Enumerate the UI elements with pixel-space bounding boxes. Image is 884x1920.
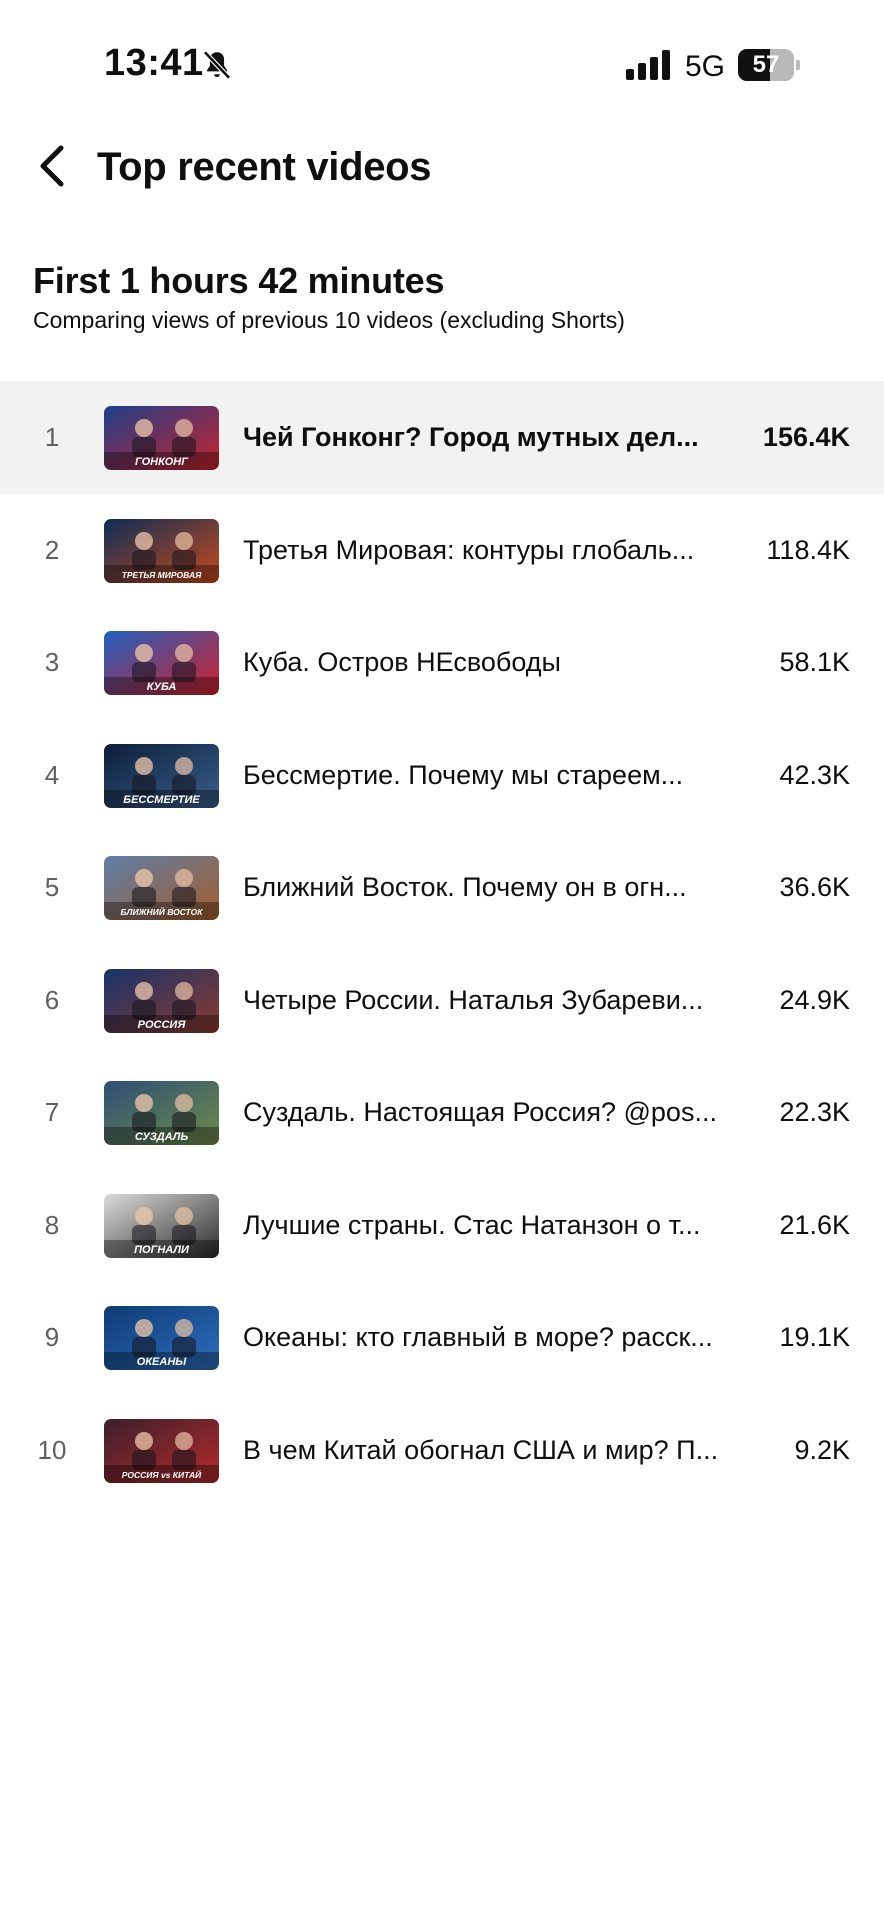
video-rank: 2 — [44, 534, 60, 565]
video-rank: 10 — [37, 1434, 67, 1465]
video-thumbnail: СУЗДАЛЬ — [104, 1081, 219, 1145]
section-subtitle: Comparing views of previous 10 videos (e… — [33, 307, 625, 333]
video-row[interactable]: 8 ПОГНАЛИ Лучшие страны. Стас Натанзон о… — [0, 1169, 884, 1282]
video-row[interactable]: 3 КУБА Куба. Остров НЕсвободы 58.1K — [0, 606, 884, 719]
video-thumbnail: БЕССМЕРТИЕ — [104, 743, 219, 808]
status-bar: 13:41 5G 57 — [0, 0, 884, 130]
video-views: 19.1K — [779, 1322, 850, 1352]
video-rank: 9 — [44, 1322, 60, 1352]
cellular-signal-icon — [626, 50, 672, 80]
video-row[interactable]: 4 БЕССМЕРТИЕ Бессмертие. Почему мы старе… — [0, 719, 884, 832]
status-time: 13:41 — [104, 42, 204, 84]
thumbnail-caption: ТРЕТЬЯ МИРОВАЯ — [122, 570, 202, 580]
battery-percent: 57 — [752, 51, 780, 78]
video-views: 156.4K — [762, 422, 850, 452]
bell-off-icon — [200, 48, 234, 82]
video-title: Четыре России. Наталья Зубареви... — [243, 984, 704, 1015]
section-title: First 1 hours 42 minutes — [33, 260, 445, 301]
video-views: 42.3K — [779, 759, 850, 790]
back-button[interactable] — [24, 140, 80, 196]
video-views: 36.6K — [779, 872, 850, 902]
video-views: 58.1K — [779, 647, 850, 677]
thumbnail-caption: БЛИЖНИЙ ВОСТОК — [121, 906, 204, 917]
video-thumbnail: ПОГНАЛИ — [104, 1193, 219, 1258]
thumbnail-caption: РОССИЯ vs КИТАЙ — [122, 1469, 202, 1480]
video-row[interactable]: 1 ГОНКОНГ Чей Гонконг? Город мутных дел.… — [0, 381, 884, 494]
video-rank: 1 — [44, 422, 60, 452]
video-title: Куба. Остров НЕсвободы — [243, 647, 561, 677]
video-thumbnail: ГОНКОНГ — [104, 406, 219, 470]
video-views: 24.9K — [779, 984, 850, 1015]
thumbnail-caption: ГОНКОНГ — [135, 456, 189, 468]
video-list: 1 ГОНКОНГ Чей Гонконг? Город мутных дел.… — [0, 381, 884, 1506]
video-views: 118.4K — [766, 534, 850, 565]
video-row[interactable]: 10 РОССИЯ vs КИТАЙ В чем Китай обогнал С… — [0, 1394, 884, 1507]
video-views: 9.2K — [794, 1434, 850, 1465]
video-row[interactable]: 9 ОКЕАНЫ Океаны: кто главный в море? рас… — [0, 1281, 884, 1394]
video-row[interactable]: 2 ТРЕТЬЯ МИРОВАЯ Третья Мировая: контуры… — [0, 494, 884, 607]
video-thumbnail: РОССИЯ — [104, 968, 219, 1033]
video-thumbnail: КУБА — [104, 631, 219, 695]
thumbnail-caption: ОКЕАНЫ — [137, 1356, 188, 1368]
video-title: Чей Гонконг? Город мутных дел... — [243, 422, 699, 452]
video-row[interactable]: 6 РОССИЯ Четыре России. Наталья Зубареви… — [0, 944, 884, 1057]
video-title: Суздаль. Настоящая Россия? @pos... — [243, 1097, 717, 1127]
video-thumbnail: РОССИЯ vs КИТАЙ — [104, 1418, 219, 1483]
video-title: Ближний Восток. Почему он в огн... — [243, 872, 687, 902]
page-title: Top recent videos — [97, 145, 432, 189]
video-rank: 4 — [44, 759, 60, 790]
video-row[interactable]: 5 БЛИЖНИЙ ВОСТОК Ближний Восток. Почему … — [0, 831, 884, 944]
video-thumbnail: ТРЕТЬЯ МИРОВАЯ — [104, 518, 219, 583]
video-thumbnail: ОКЕАНЫ — [104, 1306, 219, 1370]
video-rank: 6 — [44, 984, 60, 1015]
thumbnail-caption: СУЗДАЛЬ — [135, 1131, 188, 1143]
video-title: Бессмертие. Почему мы стареем... — [243, 759, 684, 790]
chevron-left-icon — [37, 144, 67, 193]
video-title: Океаны: кто главный в море? расск... — [243, 1322, 713, 1352]
video-row[interactable]: 7 СУЗДАЛЬ Суздаль. Настоящая Россия? @po… — [0, 1056, 884, 1169]
network-type: 5G — [685, 50, 726, 83]
video-title: В чем Китай обогнал США и мир? П... — [243, 1434, 719, 1465]
battery-icon: 57 — [738, 49, 800, 81]
video-rank: 5 — [44, 872, 60, 902]
video-rank: 8 — [44, 1209, 60, 1240]
thumbnail-caption: РОССИЯ — [138, 1019, 187, 1031]
thumbnail-caption: ПОГНАЛИ — [134, 1244, 190, 1256]
video-views: 21.6K — [779, 1209, 850, 1240]
video-title: Лучшие страны. Стас Натанзон о т... — [243, 1209, 701, 1240]
video-views: 22.3K — [779, 1097, 850, 1127]
thumbnail-caption: БЕССМЕРТИЕ — [123, 794, 200, 806]
video-rank: 3 — [44, 647, 60, 677]
video-rank: 7 — [44, 1097, 60, 1127]
video-title: Третья Мировая: контуры глобаль... — [243, 534, 695, 565]
thumbnail-caption: КУБА — [147, 681, 177, 693]
video-thumbnail: БЛИЖНИЙ ВОСТОК — [104, 856, 219, 920]
